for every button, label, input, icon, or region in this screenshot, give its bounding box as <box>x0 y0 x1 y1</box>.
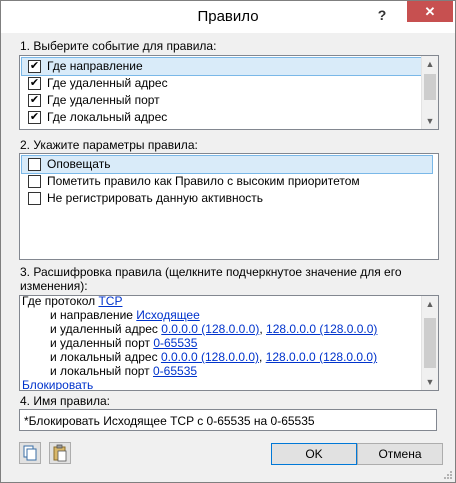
help-icon[interactable]: ? <box>373 5 391 25</box>
checkbox-unchecked[interactable] <box>28 158 41 171</box>
event-item-direction[interactable]: ✔ Где направление <box>21 57 427 76</box>
rule-description: Где протокол TCP и направление Исходящее… <box>19 295 439 391</box>
checkbox-checked[interactable]: ✔ <box>28 60 41 73</box>
local-address-link-2[interactable]: 128.0.0.0 (128.0.0.0) <box>266 350 377 364</box>
event-item-label: Где направление <box>47 59 143 73</box>
checkbox-unchecked[interactable] <box>28 192 41 205</box>
desc-line-local-address: и локальный адрес 0.0.0.0 (128.0.0.0), 1… <box>50 350 377 364</box>
checkbox-checked[interactable]: ✔ <box>28 111 41 124</box>
remote-address-link-1[interactable]: 0.0.0.0 (128.0.0.0) <box>161 322 259 336</box>
desc-text: Где протокол <box>22 295 99 308</box>
desc-line-remote-address: и удаленный адрес 0.0.0.0 (128.0.0.0), 1… <box>50 322 377 336</box>
desc-line-action: Блокировать <box>22 378 93 390</box>
title-bar: Правило ? ✕ <box>1 1 455 33</box>
paste-icon <box>53 444 67 462</box>
rule-name-input[interactable]: *Блокировать Исходящее TCP с 0-65535 на … <box>19 409 437 431</box>
local-port-link[interactable]: 0-65535 <box>153 364 197 378</box>
options-listbox[interactable]: Оповещать Пометить правило как Правило с… <box>19 153 439 260</box>
option-item-notify[interactable]: Оповещать <box>21 155 433 174</box>
option-item-high-priority[interactable]: Пометить правило как Правило с высоким п… <box>22 173 360 190</box>
remote-address-link-2[interactable]: 128.0.0.0 (128.0.0.0) <box>266 322 377 336</box>
desc-text: и удаленный адрес <box>50 322 162 336</box>
desc-text: и локальный порт <box>50 364 153 378</box>
option-item-label: Оповещать <box>47 157 111 171</box>
description-scrollbar[interactable]: ▲ ▼ <box>421 296 438 390</box>
local-address-link-1[interactable]: 0.0.0.0 (128.0.0.0) <box>161 350 259 364</box>
remote-port-link[interactable]: 0-65535 <box>153 336 197 350</box>
ok-button[interactable]: OK <box>271 443 357 465</box>
desc-text: и направление <box>50 308 137 322</box>
scroll-thumb[interactable] <box>424 74 436 100</box>
event-listbox[interactable]: ✔ Где направление ✔ Где удаленный адрес … <box>19 55 439 130</box>
desc-text: и локальный адрес <box>50 350 161 364</box>
paste-button[interactable] <box>49 442 71 464</box>
desc-line-direction: и направление Исходящее <box>50 308 200 322</box>
scroll-up-icon[interactable]: ▲ <box>422 56 438 72</box>
cancel-button[interactable]: Отмена <box>357 443 443 465</box>
copy-button[interactable] <box>19 442 41 464</box>
direction-link[interactable]: Исходящее <box>136 308 200 322</box>
protocol-link[interactable]: TCP <box>98 296 122 308</box>
event-scrollbar[interactable]: ▲ ▼ <box>421 56 438 129</box>
scroll-up-icon[interactable]: ▲ <box>422 296 438 312</box>
scroll-down-icon[interactable]: ▼ <box>422 374 438 390</box>
desc-line-local-port: и локальный порт 0-65535 <box>50 364 197 378</box>
checkbox-unchecked[interactable] <box>28 175 41 188</box>
desc-sep: , <box>259 350 266 364</box>
checkbox-checked[interactable]: ✔ <box>28 77 41 90</box>
event-item-label: Где удаленный порт <box>47 93 160 107</box>
rule-dialog: Правило ? ✕ 1. Выберите событие для прав… <box>0 0 456 483</box>
event-item-remote-address[interactable]: ✔ Где удаленный адрес <box>22 75 168 92</box>
close-icon[interactable]: ✕ <box>407 1 453 22</box>
option-item-no-logging[interactable]: Не регистрировать данную активность <box>22 190 263 207</box>
desc-line-remote-port: и удаленный порт 0-65535 <box>50 336 197 350</box>
desc-line-protocol: Где протокол TCP <box>22 295 122 308</box>
section3-label: 3. Расшифровка правила (щелкните подчерк… <box>20 265 402 293</box>
copy-icon <box>23 445 37 461</box>
section4-label: 4. Имя правила: <box>20 394 110 408</box>
action-link[interactable]: Блокировать <box>22 378 93 390</box>
option-item-label: Не регистрировать данную активность <box>47 191 263 205</box>
event-item-local-address[interactable]: ✔ Где локальный адрес <box>22 109 167 126</box>
resize-grip-icon[interactable] <box>443 470 453 480</box>
section1-label: 1. Выберите событие для правила: <box>20 39 217 53</box>
scroll-thumb[interactable] <box>424 318 436 368</box>
scroll-down-icon[interactable]: ▼ <box>422 113 438 129</box>
event-item-remote-port[interactable]: ✔ Где удаленный порт <box>22 92 160 109</box>
checkbox-checked[interactable]: ✔ <box>28 94 41 107</box>
event-item-label: Где удаленный адрес <box>47 76 168 90</box>
section2-label: 2. Укажите параметры правила: <box>20 138 198 152</box>
option-item-label: Пометить правило как Правило с высоким п… <box>47 174 360 188</box>
desc-sep: , <box>259 322 267 336</box>
event-item-label: Где локальный адрес <box>47 110 168 124</box>
desc-text: и удаленный порт <box>50 336 154 350</box>
